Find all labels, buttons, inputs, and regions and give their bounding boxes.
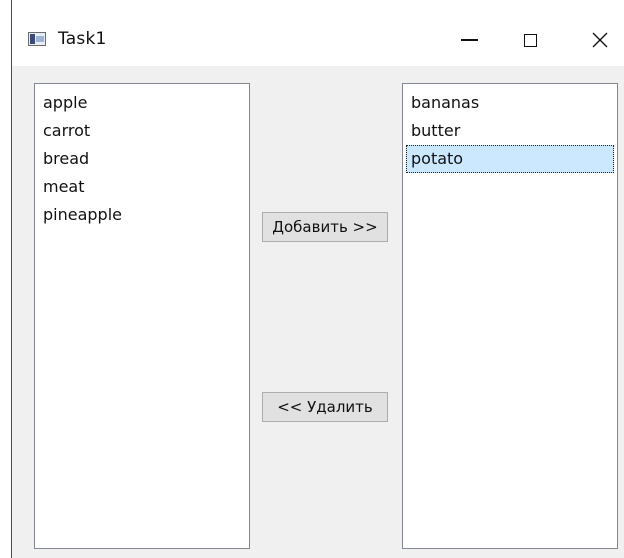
title-bar[interactable]: Task1 (12, 0, 624, 66)
target-listbox[interactable]: bananas butter potato (402, 83, 618, 549)
close-button[interactable] (577, 18, 623, 62)
main-window: Task1 apple carrot bread meat pineapple … (11, 0, 624, 558)
list-item[interactable]: bread (38, 145, 246, 173)
app-icon-pane (36, 36, 44, 42)
list-item[interactable]: butter (406, 117, 614, 145)
list-item[interactable]: pineapple (38, 201, 246, 229)
list-item[interactable]: meat (38, 173, 246, 201)
window-title: Task1 (58, 29, 107, 49)
add-button[interactable]: Добавить >> (262, 212, 388, 242)
list-item[interactable]: carrot (38, 117, 246, 145)
remove-button[interactable]: << Удалить (262, 392, 388, 422)
minimize-button[interactable] (446, 18, 492, 62)
list-item[interactable]: apple (38, 89, 246, 117)
source-listbox[interactable]: apple carrot bread meat pineapple (34, 83, 250, 549)
maximize-button[interactable] (507, 18, 553, 62)
minimize-icon (460, 39, 478, 41)
app-icon-sidebar (30, 34, 35, 44)
maximize-icon (523, 33, 537, 47)
app-window-icon[interactable] (28, 32, 46, 46)
list-item-selected[interactable]: potato (406, 145, 614, 173)
close-icon (592, 32, 608, 48)
list-item[interactable]: bananas (406, 89, 614, 117)
